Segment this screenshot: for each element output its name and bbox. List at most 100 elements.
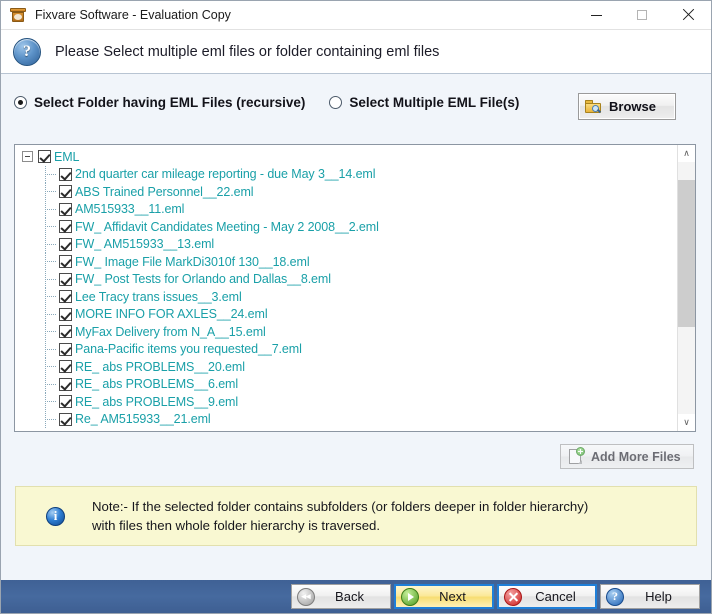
instruction-text: Please Select multiple eml files or fold… [55, 43, 440, 60]
tree-item-row[interactable]: Re_ AM515933__21.eml [15, 410, 678, 429]
tree-guide-line [45, 235, 58, 253]
note-panel: i Note:- If the selected folder contains… [15, 486, 697, 546]
tree-item-checkbox[interactable] [59, 342, 72, 356]
application-window: Fixvare Software - Evaluation Copy ? Ple… [0, 0, 712, 614]
cancel-button[interactable]: Cancel [497, 584, 597, 609]
tree-item-row[interactable]: FW_ AM515933__13.eml [15, 235, 678, 254]
tree-guide-line [45, 410, 58, 428]
browse-button-label: Browse [609, 99, 656, 114]
tree-item-checkbox[interactable] [59, 360, 72, 374]
cancel-button-label: Cancel [535, 589, 576, 604]
tree-guide-line [45, 183, 58, 201]
tree-item-label: FW_ AM515933__13.eml [75, 237, 215, 252]
document-add-icon [569, 446, 585, 465]
tree-root-checkbox[interactable] [38, 150, 51, 164]
close-button[interactable] [665, 1, 711, 30]
tree-guide-line [45, 340, 58, 358]
maximize-button[interactable] [619, 1, 665, 30]
tree-item-checkbox[interactable] [59, 325, 72, 339]
add-more-files-button[interactable]: Add More Files [560, 444, 694, 469]
tree-item-checkbox[interactable] [59, 272, 72, 286]
tree-item-label: 2nd quarter car mileage reporting - due … [75, 167, 376, 182]
next-button[interactable]: Next [394, 584, 494, 609]
tree-scrollbar[interactable]: ∧ ∨ [677, 145, 695, 431]
help-question-icon: ? [13, 37, 41, 66]
radio-select-folder-label: Select Folder having EML Files (recursiv… [34, 94, 306, 110]
radio-folder-indicator[interactable] [14, 95, 27, 109]
radio-select-files[interactable]: Select Multiple EML File(s) [329, 95, 519, 110]
tree-item-row[interactable]: 2nd quarter car mileage reporting - due … [15, 165, 678, 184]
tree-item-row[interactable]: FW_ Image File MarkDi3010f 130__18.eml [15, 253, 678, 271]
scroll-up-arrow-icon[interactable]: ∧ [678, 145, 695, 162]
tree-item-row[interactable]: RE_ abs PROBLEMS__20.eml [15, 358, 678, 376]
add-more-files-label: Add More Files [591, 449, 681, 464]
footer-bar: ◂◂ Back Next Cancel ? Help [1, 580, 711, 613]
tree-item-label: ABS Trained Personnel__22.eml [75, 184, 254, 199]
scroll-down-arrow-icon[interactable]: ∨ [678, 414, 695, 431]
file-tree-box[interactable]: EML 2nd quarter car mileage reporting - … [14, 144, 696, 432]
help-button[interactable]: ? Help [600, 584, 700, 609]
tree-item-label: FW_ Image File MarkDi3010f 130__18.eml [75, 254, 310, 269]
cancel-icon [504, 587, 522, 606]
tree-item-label: MyFax Delivery from N_A__15.eml [75, 324, 266, 339]
tree-guide-line [45, 165, 58, 183]
tree-item-row[interactable]: Pana-Pacific items you requested__7.eml [15, 340, 678, 359]
tree-guide-line [45, 305, 58, 323]
help-button-label: Help [645, 589, 672, 604]
tree-root-row[interactable]: EML [15, 148, 678, 166]
tree-item-checkbox[interactable] [59, 290, 72, 304]
tree-item-row[interactable]: RE_ abs PROBLEMS__6.eml [15, 375, 678, 394]
minimize-icon [590, 14, 602, 16]
tree-guide-line [45, 253, 58, 271]
tree-item-checkbox[interactable] [59, 237, 72, 251]
tree-item-checkbox[interactable] [59, 167, 72, 181]
tree-item-checkbox[interactable] [59, 185, 72, 199]
tree-item-row[interactable]: RE_ abs PROBLEMS__9.eml [15, 393, 678, 411]
tree-item-label: Pana-Pacific items you requested__7.eml [75, 342, 302, 357]
tree-item-checkbox[interactable] [59, 395, 72, 409]
title-bar: Fixvare Software - Evaluation Copy [1, 1, 711, 30]
tree-item-checkbox[interactable] [59, 255, 72, 269]
tree-item-label: RE_ abs PROBLEMS__20.eml [75, 359, 245, 374]
next-button-label: Next [439, 589, 466, 604]
tree-item-label: Lee Tracy trans issues__3.eml [75, 289, 242, 304]
collapse-expander-icon[interactable] [22, 151, 33, 163]
tree-item-row[interactable]: AM515933__11.eml [15, 200, 678, 219]
tree-guide-line [45, 358, 58, 376]
tree-guide-line [45, 288, 58, 306]
scrollbar-thumb[interactable] [678, 180, 695, 327]
tree-item-label: RE_ abs PROBLEMS__6.eml [75, 377, 239, 392]
info-icon: i [46, 506, 65, 526]
browse-button[interactable]: Browse [578, 93, 676, 120]
tree-item-checkbox[interactable] [59, 412, 72, 426]
tree-item-row[interactable]: FW_ Post Tests for Orlando and Dallas__8… [15, 270, 678, 289]
radio-files-indicator[interactable] [329, 95, 343, 109]
tree-item-row[interactable]: MyFax Delivery from N_A__15.eml [15, 323, 678, 341]
tree-guide-line [45, 323, 58, 341]
back-button[interactable]: ◂◂ Back [291, 584, 391, 609]
tree-guide-line [45, 200, 58, 218]
window-title: Fixvare Software - Evaluation Copy [35, 8, 231, 22]
tree-item-row[interactable]: Lee Tracy trans issues__3.eml [15, 288, 678, 306]
radio-select-files-label: Select Multiple EML File(s) [349, 94, 520, 110]
maximize-icon [637, 10, 647, 20]
file-tree-list: EML 2nd quarter car mileage reporting - … [15, 145, 678, 431]
tree-item-row[interactable]: FW_ Affidavit Candidates Meeting - May 2… [15, 218, 678, 236]
help-icon: ? [606, 587, 624, 606]
tree-item-label: RE_ abs PROBLEMS__9.eml [75, 394, 239, 409]
tree-item-label: FW_ Post Tests for Orlando and Dallas__8… [75, 272, 331, 287]
tree-item-checkbox[interactable] [59, 220, 72, 234]
tree-item-row[interactable]: MORE INFO FOR AXLES__24.eml [15, 305, 678, 324]
tree-item-checkbox[interactable] [59, 307, 72, 321]
tree-item-checkbox[interactable] [59, 202, 72, 216]
scrollbar-track[interactable] [678, 162, 695, 414]
tree-item-row[interactable]: ABS Trained Personnel__22.eml [15, 183, 678, 201]
tree-guide-line [45, 270, 58, 288]
tree-item-label: Re_ AM515933__21.eml [75, 412, 211, 427]
folder-search-icon [585, 99, 602, 114]
tree-item-checkbox[interactable] [59, 377, 72, 391]
tree-guide-line [45, 393, 58, 411]
radio-select-folder[interactable]: Select Folder having EML Files (recursiv… [14, 95, 305, 110]
tree-item-label: FW_ Affidavit Candidates Meeting - May 2… [75, 219, 379, 234]
minimize-button[interactable] [573, 1, 619, 30]
